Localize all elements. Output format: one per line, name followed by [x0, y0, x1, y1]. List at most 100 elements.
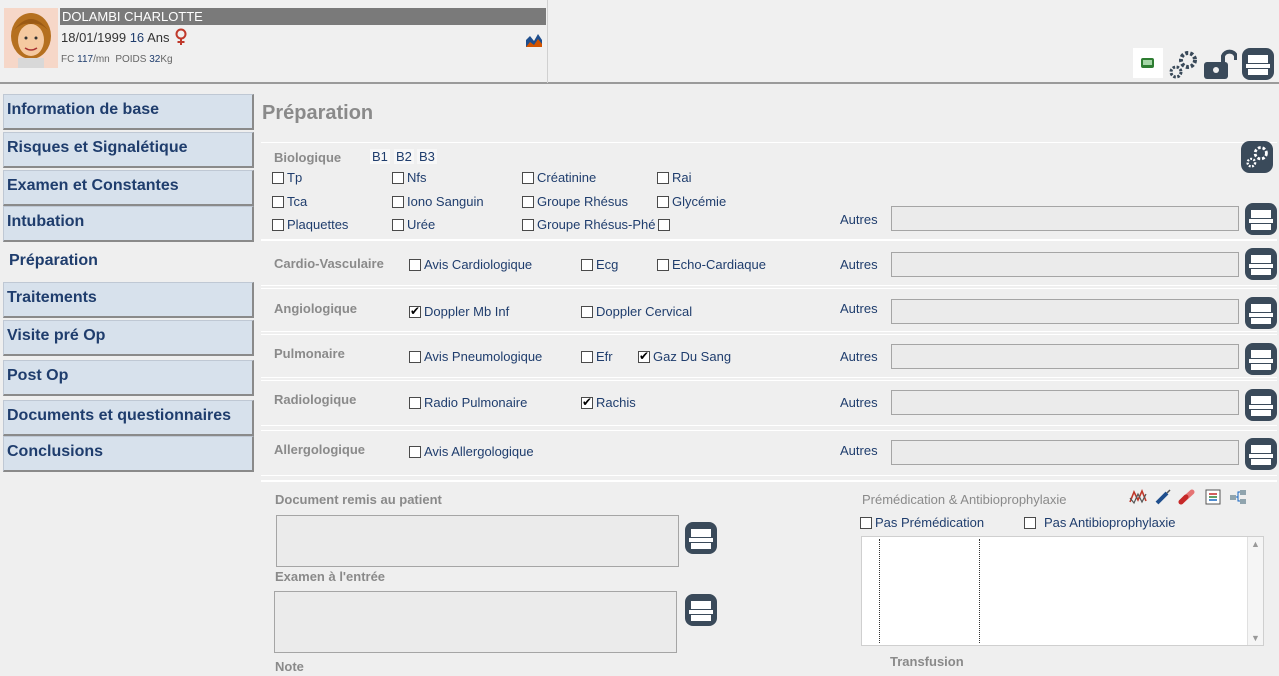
scroll-up-icon[interactable]: ▲	[1251, 539, 1260, 549]
checkbox-box[interactable]	[272, 218, 284, 231]
checkbox-box-checked[interactable]	[638, 349, 650, 363]
checklist-icon[interactable]	[1204, 488, 1222, 506]
checkbox-echo-cardiaque[interactable]: Echo-Cardiaque	[657, 257, 766, 272]
note-label: Note	[275, 659, 304, 674]
angio-autres-input[interactable]	[891, 299, 1239, 324]
settings-gear-icon[interactable]	[1167, 48, 1201, 80]
section-radiologique: Radiologique Radio Pulmonaire Rachis Aut…	[261, 380, 1277, 426]
checkbox-box[interactable]	[581, 258, 593, 271]
checkbox-box[interactable]	[272, 195, 284, 208]
allergo-autres-input[interactable]	[891, 440, 1239, 465]
sidebar-item-risques[interactable]: Risques et Signalétique	[3, 132, 254, 168]
checkbox-box[interactable]	[409, 258, 421, 271]
checkbox-tp[interactable]: Tp	[272, 170, 302, 185]
section-biologique: Biologique B1 B2 B3 Tp Nfs Créatinine Ra…	[261, 141, 1277, 240]
checkbox-iono-sanguin[interactable]: Iono Sanguin	[392, 194, 484, 209]
checkbox-gaz-du-sang[interactable]: Gaz Du Sang	[638, 349, 731, 364]
checkbox-box[interactable]	[272, 171, 284, 184]
checkbox-box[interactable]	[860, 516, 872, 529]
checkbox-avis-allergologique[interactable]: Avis Allergologique	[409, 444, 534, 459]
checkbox-box[interactable]	[657, 171, 669, 184]
checkbox-radio-pulmonaire[interactable]: Radio Pulmonaire	[409, 395, 527, 410]
checkbox-extra[interactable]	[657, 218, 670, 231]
checkbox-box-checked[interactable]	[581, 395, 593, 409]
allergo-label: Allergologique	[274, 442, 365, 457]
checkbox-efr[interactable]: Efr	[581, 349, 613, 364]
sidebar-item-preparation[interactable]: Préparation	[3, 246, 254, 282]
checkbox-box[interactable]	[657, 195, 669, 208]
checkbox-avis-pneumologique[interactable]: Avis Pneumologique	[409, 349, 542, 364]
hierarchy-icon[interactable]	[1229, 488, 1247, 506]
sidebar-item-traitements[interactable]: Traitements	[3, 282, 254, 318]
sidebar-item-documents[interactable]: Documents et questionnaires	[3, 400, 254, 436]
checkbox-ecg[interactable]: Ecg	[581, 257, 618, 272]
checkbox-avis-cardiologique[interactable]: Avis Cardiologique	[409, 257, 532, 272]
biologique-print-icon[interactable]	[1245, 203, 1277, 235]
document-print-icon[interactable]	[685, 522, 717, 554]
checkbox-box[interactable]	[522, 171, 534, 184]
checkbox-groupe-rhesus[interactable]: Groupe Rhésus	[522, 194, 628, 209]
checkbox-box[interactable]	[581, 305, 593, 318]
cardio-print-icon[interactable]	[1245, 248, 1277, 280]
monitor-icon[interactable]	[1133, 48, 1163, 78]
cardio-autres-input[interactable]	[891, 252, 1239, 277]
checkbox-box-checked[interactable]	[409, 304, 421, 318]
checkbox-box[interactable]	[409, 445, 421, 458]
syringe-icon[interactable]	[1154, 488, 1172, 506]
checkbox-plaquettes[interactable]: Plaquettes	[272, 217, 348, 232]
checkbox-box[interactable]	[522, 195, 534, 208]
premed-list[interactable]: ▲ ▼	[861, 536, 1264, 646]
tag-b1[interactable]: B1	[370, 149, 390, 164]
checkbox-doppler-cervical[interactable]: Doppler Cervical	[581, 304, 692, 319]
pulmo-print-icon[interactable]	[1245, 343, 1277, 375]
examen-print-icon[interactable]	[685, 594, 717, 626]
sidebar-item-visite-pre-op[interactable]: Visite pré Op	[3, 320, 254, 356]
premed-scrollbar[interactable]: ▲ ▼	[1247, 537, 1263, 645]
pulmo-autres-input[interactable]	[891, 344, 1239, 369]
sidebar-item-post-op[interactable]: Post Op	[3, 360, 254, 396]
sidebar-item-conclusions[interactable]: Conclusions	[3, 436, 254, 472]
checkbox-groupe-rhesus-phe[interactable]: Groupe Rhésus-Phé	[522, 217, 673, 232]
radio-print-icon[interactable]	[1245, 389, 1277, 421]
checkbox-tca[interactable]: Tca	[272, 194, 307, 209]
sidebar-item-intubation[interactable]: Intubation	[3, 206, 254, 242]
checkbox-rai[interactable]: Rai	[657, 170, 692, 185]
unlock-icon[interactable]	[1203, 48, 1237, 80]
checkbox-box[interactable]	[409, 350, 421, 363]
tag-b3[interactable]: B3	[417, 149, 437, 164]
checkbox-doppler-mb-inf[interactable]: Doppler Mb Inf	[409, 304, 509, 319]
checkbox-glycemie[interactable]: Glycémie	[657, 194, 726, 209]
checkbox-box[interactable]	[409, 396, 421, 409]
checkbox-box[interactable]	[392, 218, 404, 231]
checkbox-pas-premedication[interactable]: Pas Prémédication	[860, 515, 984, 530]
checkbox-rachis[interactable]: Rachis	[581, 395, 636, 410]
checkbox-box[interactable]	[1024, 516, 1036, 529]
scroll-down-icon[interactable]: ▼	[1251, 633, 1260, 643]
document-remis-textarea[interactable]	[276, 515, 679, 567]
checkbox-creatinine[interactable]: Créatinine	[522, 170, 596, 185]
checkbox-uree[interactable]: Urée	[392, 217, 435, 232]
radio-autres-input[interactable]	[891, 390, 1239, 415]
chart-icon[interactable]	[525, 32, 543, 48]
checkbox-box[interactable]	[657, 258, 669, 271]
checkbox-box[interactable]	[392, 171, 404, 184]
biologique-settings-icon[interactable]	[1241, 141, 1273, 173]
checkbox-box[interactable]	[522, 218, 534, 231]
tag-b2[interactable]: B2	[394, 149, 414, 164]
sidebar-item-examen[interactable]: Examen et Constantes	[3, 170, 254, 206]
checkbox-pas-antibioprophylaxie[interactable]: Pas Antibioprophylaxie	[1024, 515, 1176, 530]
checkbox-box[interactable]	[581, 350, 593, 363]
angio-print-icon[interactable]	[1245, 297, 1277, 329]
allergo-print-icon[interactable]	[1245, 438, 1277, 470]
checkbox-box[interactable]	[392, 195, 404, 208]
patient-header: DOLAMBI CHARLOTTE 18/01/1999 16 Ans FC 1…	[0, 0, 1279, 84]
premed-title: Prémédication & Antibioprophylaxie	[862, 492, 1067, 507]
print-icon[interactable]	[1241, 48, 1275, 80]
sidebar-item-information-de-base[interactable]: Information de base	[3, 94, 254, 130]
graph-icon[interactable]	[1129, 488, 1147, 506]
checkbox-nfs[interactable]: Nfs	[392, 170, 427, 185]
examen-entree-textarea[interactable]	[274, 591, 677, 653]
fc-value: 117	[77, 54, 94, 65]
pill-icon[interactable]	[1178, 488, 1196, 506]
biologique-autres-input[interactable]	[891, 206, 1239, 231]
